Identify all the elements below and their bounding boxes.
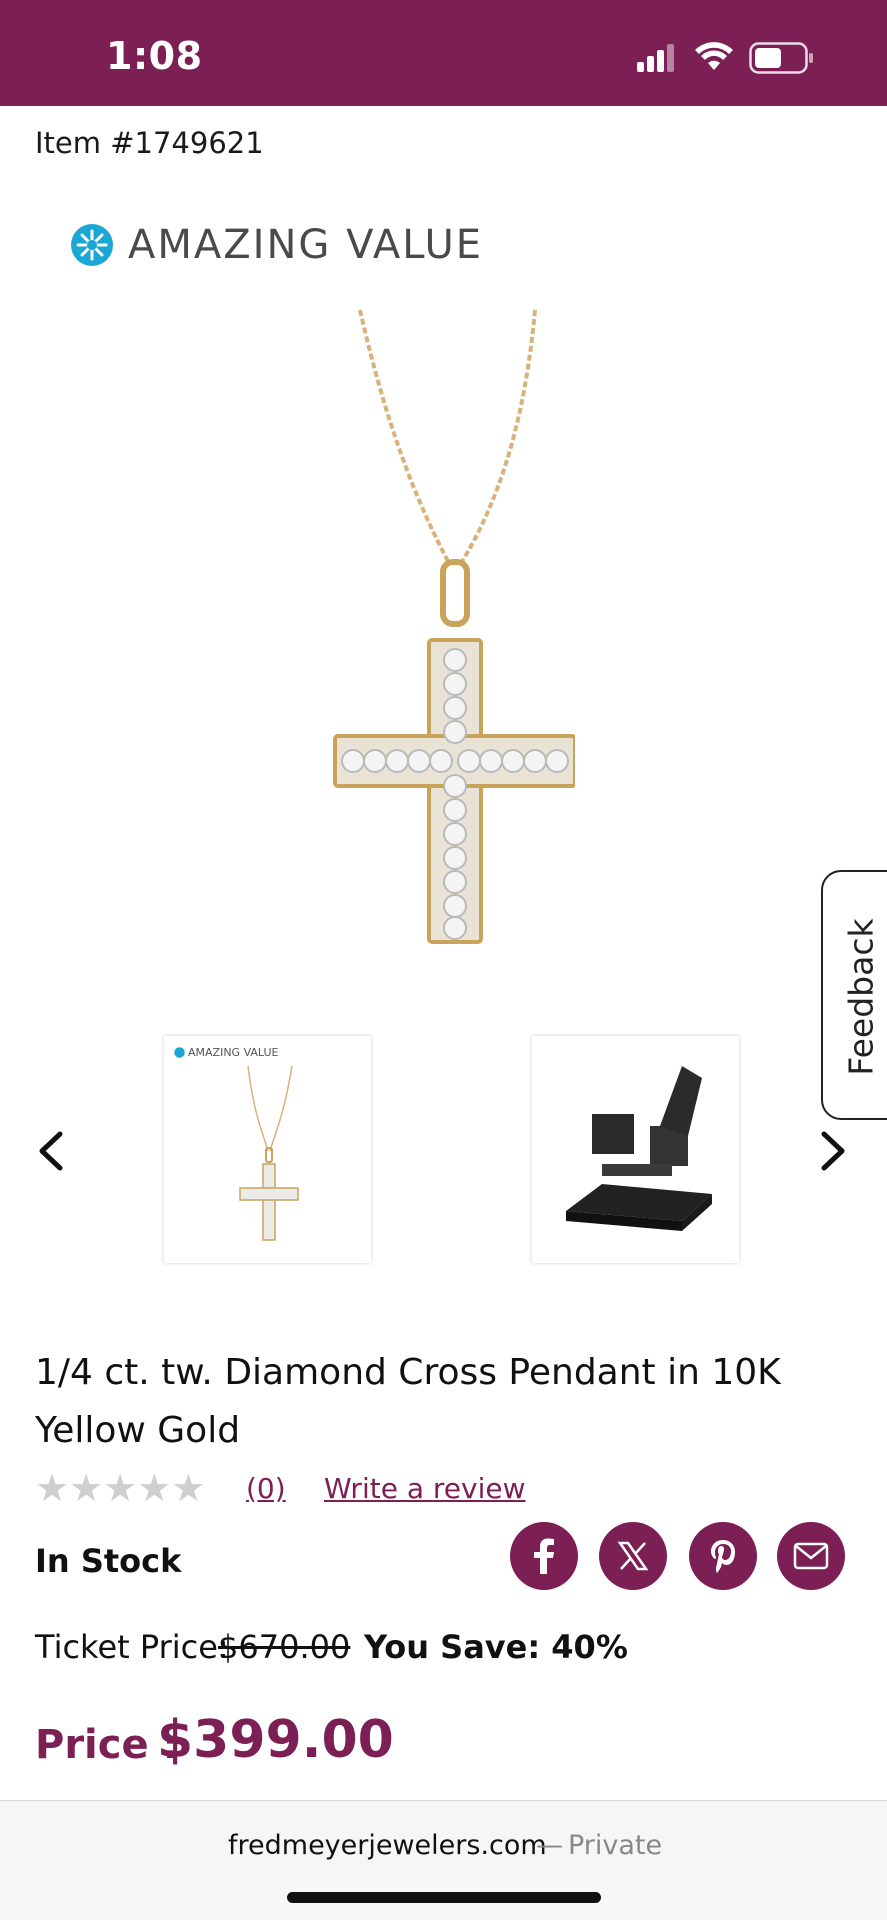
home-indicator[interactable] [287, 1892, 601, 1903]
review-count-link[interactable]: (0) [246, 1472, 286, 1505]
thumbnail-box-image [566, 1066, 712, 1231]
product-title: 1/4 ct. tw. Diamond Cross Pendant in 10K… [35, 1352, 781, 1451]
facebook-share-button[interactable] [510, 1522, 578, 1590]
star-icon: ★ [103, 1468, 138, 1510]
star-icon: ★ [35, 1468, 70, 1510]
feedback-label: Feedback [841, 918, 881, 1076]
url-private-label: Private [568, 1830, 663, 1861]
write-review-link[interactable]: Write a review [324, 1472, 525, 1505]
thumbnail-pendant-image [239, 1065, 299, 1241]
chevron-right-icon[interactable] [812, 1130, 852, 1172]
chevron-left-icon[interactable] [32, 1130, 72, 1172]
thumbnail-1[interactable]: AMAZING VALUE [164, 1036, 371, 1263]
url-host[interactable]: fredmeyerjewelers.com [228, 1830, 547, 1861]
ticket-price: $670.00 [218, 1628, 351, 1666]
you-save: You Save: 40% [364, 1628, 628, 1666]
thumbnail-2[interactable] [532, 1036, 739, 1263]
star-icon: ★ [69, 1468, 104, 1510]
battery-icon [749, 42, 813, 74]
star-icon: ★ [171, 1468, 206, 1510]
star-icon: ★ [137, 1468, 172, 1510]
signal-icon [637, 42, 677, 74]
facebook-icon [534, 1538, 554, 1574]
x-share-button[interactable] [599, 1522, 667, 1590]
pinterest-share-button[interactable] [689, 1522, 757, 1590]
status-icons [637, 42, 827, 74]
status-bar: 1:08 [0, 0, 887, 106]
pinterest-icon [711, 1540, 735, 1573]
feedback-tab[interactable]: Feedback [821, 870, 887, 1120]
item-number: Item #1749621 [35, 126, 264, 160]
stock-status: In Stock [35, 1542, 182, 1580]
status-time: 1:08 [106, 34, 203, 78]
email-share-button[interactable] [777, 1522, 845, 1590]
mail-icon [793, 1542, 829, 1570]
wifi-icon [695, 42, 733, 70]
ticket-price-label: Ticket Price: [35, 1628, 229, 1666]
price-value: $399.00 [157, 1710, 394, 1770]
x-icon [617, 1541, 649, 1571]
rating-stars: ★ ★ ★ ★ ★ [35, 1470, 205, 1508]
url-separator: — [536, 1830, 563, 1861]
product-main-image[interactable] [55, 200, 575, 960]
